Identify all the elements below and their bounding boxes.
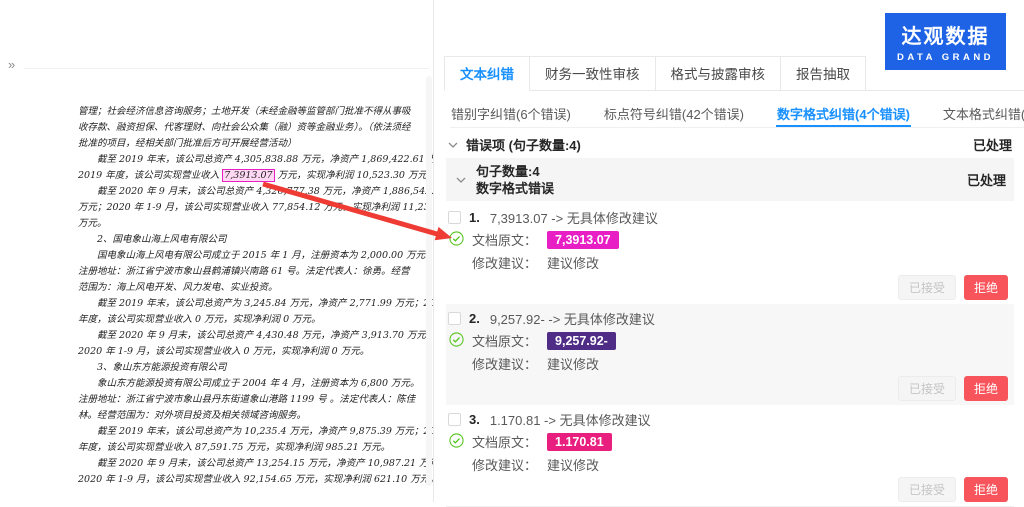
document-line: 注册地址：浙江省宁波市象山县鹤浦镇兴南路 61 号。法定代表人：徐勇。经营 [78,264,434,280]
pane-divider [24,68,429,69]
item-checkbox[interactable] [448,413,461,426]
document-scrollbar[interactable] [426,76,432,486]
document-line: 注册地址：浙江省宁波市象山县丹东街道象山港路 1199 号 。法定代表人：陈佳 [78,392,434,408]
original-label: 文档原文： [472,230,537,249]
check-circle-icon [449,433,464,448]
document-line: 范围为：海上风电开发、风力发电、实业投资。 [78,280,434,296]
tab-item[interactable]: 报告抽取 [780,56,866,90]
original-text-chip: 9,257.92- [547,332,616,350]
sub-tab-item[interactable]: 文本格式纠错(7个错误) [942,95,1024,127]
document-pane: » 管理；社会经济信息咨询服务；土地开发（未经金融等监管部门批准不得从事吸收存款… [0,0,433,502]
document-line: 管理；社会经济信息咨询服务；土地开发（未经金融等监管部门批准不得从事吸 [78,104,434,120]
document-line: 国电象山海上风电有限公司成立于 2015 年 1 月，注册资本为 2,000.0… [78,248,434,264]
document-line: 象山东方能源投资有限公司成立于 2004 年 4 月，注册资本为 6,800 万… [78,376,434,392]
error-section-header[interactable]: 错误项 (句子数量:4) 已处理 [448,134,1012,155]
document-text: 管理；社会经济信息咨询服务；土地开发（未经金融等监管部门批准不得从事吸收存款、融… [78,104,434,488]
document-line: 林。经营范围为：对外项目投资及相关领域咨询服务。 [78,408,434,424]
suggestion-value: 建议修改 [547,455,599,474]
suggestion-label: 修改建议： [472,455,537,474]
logo-en-text: DATA GRAND [897,52,994,63]
accepted-button[interactable]: 已接受 [898,477,956,502]
review-panel: 文本纠错财务一致性审核格式与披露审核报告抽取 错别字纠错(6个错误) 标点符号纠错… [433,0,1024,502]
error-item: 2. 9,257.92- -> 无具体修改建议 文档原文： 9,257.92- … [446,304,1014,405]
check-circle-icon [449,231,464,246]
sub-tabs: 错别字纠错(6个错误) 标点符号纠错(42个错误) 数字格式纠错(4个错误) 文本格式… [450,95,1024,128]
original-label: 文档原文： [472,331,537,350]
suggestion-value: 建议修改 [547,354,599,373]
group-sentence-count: 句子数量:4 [476,163,554,180]
item-title: 7,3913.07 -> 无具体修改建议 [490,208,658,227]
section-status: 已处理 [973,135,1012,154]
suggestion-value: 建议修改 [547,253,599,272]
document-highlight[interactable]: 7,3913.07 [222,169,274,182]
error-item: 1. 7,3913.07 -> 无具体修改建议 文档原文： 7,3913.07 … [446,203,1014,304]
sub-tab-active[interactable]: 数字格式纠错(4个错误) [776,95,911,127]
tab-active[interactable]: 文本纠错 [444,56,530,91]
item-number: 1. [469,210,480,225]
document-line: 年度，该公司实现营业收入 0 万元，实现净利润 0 万元。 [78,312,434,328]
logo: 达观数据 DATA GRAND [885,13,1006,70]
item-checkbox[interactable] [448,312,461,325]
check-circle-icon [449,332,464,347]
collapse-pane-icon[interactable]: » [8,57,15,72]
document-line: 万元。 [78,216,434,232]
original-text-chip: 1.170.81 [547,433,612,451]
group-error-type: 数字格式错误 [476,180,554,197]
reject-button[interactable]: 拒绝 [964,275,1008,300]
document-line: 2020 年 1-9 月，该公司实现营业收入 0 万元，实现净利润 0 万元。 [78,344,434,360]
reject-button[interactable]: 拒绝 [964,376,1008,401]
tab-item[interactable]: 财务一致性审核 [529,56,656,90]
error-group-header[interactable]: 句子数量:4 数字格式错误 已处理 [446,158,1014,201]
section-title: 错误项 (句子数量:4) [466,135,581,154]
chevron-down-icon[interactable] [448,140,458,150]
item-number: 3. [469,412,480,427]
document-line: 2、国电象山海上风电有限公司 [78,232,434,248]
document-line: 截至 2019 年末，该公司总资产 4,305,838.88 万元，净资产 1,… [78,152,434,168]
item-checkbox[interactable] [448,211,461,224]
document-line: 收存款、融资担保、代客理财、向社会公众集（融）资等金融业务）。（依法须经 [78,120,434,136]
suggestion-label: 修改建议： [472,354,537,373]
tab-item[interactable]: 格式与披露审核 [655,56,782,90]
original-label: 文档原文： [472,432,537,451]
error-item: 3. 1.170.81 -> 无具体修改建议 文档原文： 1.170.81 修改… [446,405,1014,507]
reject-button[interactable]: 拒绝 [964,477,1008,502]
group-title: 句子数量:4 数字格式错误 [476,163,554,197]
group-status: 已处理 [967,170,1006,189]
document-line: 批准的项目，经相关部门批准后方可开展经营活动） [78,136,434,152]
document-line: 截至 2020 年 9 月末，该公司总资产 4,326,777.38 万元，净资… [78,184,434,200]
item-title: 1.170.81 -> 无具体修改建议 [490,410,651,429]
document-line: 万元；2020 年 1-9 月，该公司实现营业收入 77,854.12 万元，实… [78,200,434,216]
sub-tab-item[interactable]: 标点符号纠错(42个错误) [603,95,745,127]
document-line: 截至 2019 年末，该公司总资产为 3,245.84 万元，净资产 2,771… [78,296,434,312]
item-title: 9,257.92- -> 无具体修改建议 [490,309,655,328]
accepted-button[interactable]: 已接受 [898,376,956,401]
document-line: 截至 2019 年末，该公司总资产为 10,235.4 万元，净资产 9,875… [78,424,434,440]
error-item-list: 1. 7,3913.07 -> 无具体修改建议 文档原文： 7,3913.07 … [446,203,1014,507]
document-line: 2019 年度，该公司实现营业收入 7,3913.07 万元，实现净利润 10,… [78,168,434,184]
sub-tab-item[interactable]: 错别字纠错(6个错误) [450,95,572,127]
accepted-button[interactable]: 已接受 [898,275,956,300]
document-line: 3、象山东方能源投资有限公司 [78,360,434,376]
document-line: 截至 2020 年 9 月末，该公司总资产 13,254.15 万元，净资产 1… [78,456,434,472]
chevron-down-icon[interactable] [456,175,466,185]
suggestion-label: 修改建议： [472,253,537,272]
document-line: 年度，该公司实现营业收入 87,591.75 万元，实现净利润 985.21 万… [78,440,434,456]
logo-cn-text: 达观数据 [902,20,990,49]
document-line: 截至 2020 年 9 月末，该公司总资产 4,430.48 万元，净资产 3,… [78,328,434,344]
original-text-chip: 7,3913.07 [547,231,619,249]
document-line: 2020 年 1-9 月，该公司实现营业收入 92,154.65 万元，实现净利… [78,472,434,488]
item-number: 2. [469,311,480,326]
